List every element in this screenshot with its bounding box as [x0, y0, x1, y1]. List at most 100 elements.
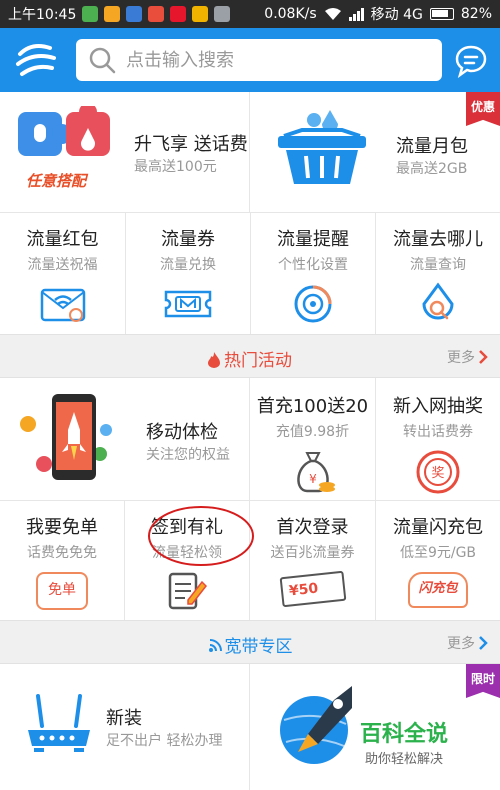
service-data-red-packet[interactable]: 流量红包 流量送祝福	[0, 213, 125, 335]
checkin-note-icon	[168, 572, 207, 610]
hot-more-link[interactable]: 更多	[447, 347, 488, 367]
china-mobile-logo-icon[interactable]	[14, 38, 58, 82]
activity-title: 首充100送20	[256, 396, 369, 417]
app-header	[0, 28, 500, 92]
service-data-coupon[interactable]: 流量券 流量兑换	[126, 213, 250, 335]
basket-icon	[278, 110, 366, 184]
rocket-globe-icon	[280, 686, 352, 764]
app-notification-icon	[192, 6, 209, 22]
service-subtitle: 流量查询	[410, 257, 466, 273]
limited-badge: 限时	[466, 664, 500, 698]
wifi-icon	[324, 8, 341, 20]
envelope-wifi-icon	[40, 288, 85, 322]
broadband-limited-offer[interactable]: 限时 百科全说 助你轻松解决	[250, 664, 500, 790]
app-notification-icon	[214, 6, 231, 22]
carrier-label: 移动 4G	[370, 7, 423, 23]
activity-flash-data-pack[interactable]: 流量闪充包 低至9元/GB 闪充包	[376, 501, 500, 620]
flame-icon	[208, 352, 220, 368]
activity-subtitle: 话费免免免	[27, 545, 97, 561]
activity-new-user-lottery[interactable]: 新入网抽奖 转出话费券 奖	[376, 378, 500, 500]
service-subtitle: 流量兑换	[160, 257, 216, 273]
app-notification-icon	[148, 6, 165, 22]
promo-card-monthly-data[interactable]: 流量月包 最高送2GB 优惠	[250, 92, 500, 212]
promo-title: 升飞享 送话费	[134, 134, 248, 155]
watermark-title: 百科全说	[360, 722, 449, 747]
search-icon	[89, 47, 116, 74]
service-title: 流量提醒	[277, 229, 349, 250]
lottery-wheel-icon: 奖	[416, 450, 460, 494]
activity-subtitle: 转出话费券	[403, 424, 473, 440]
money-bag-icon: ¥	[296, 452, 335, 493]
more-label: 更多	[447, 636, 475, 652]
status-bar: 上午10:45 0.08K/s 移动 4G 82%	[0, 0, 500, 28]
battery-percent: 82%	[460, 6, 492, 22]
service-subtitle: 流量送祝福	[27, 257, 98, 273]
hot-activities-section: 移动体检 关注您的权益 首充100送20 充值9.98折 ¥ 新入网抽奖 转出话…	[0, 378, 500, 620]
service-data-reminder[interactable]: 流量提醒 个性化设置	[251, 213, 375, 335]
activity-mobile-checkup[interactable]: 移动体检 关注您的权益	[0, 378, 249, 500]
activity-title: 我要免单	[26, 517, 98, 538]
activity-subtitle: 送百兆流量券	[270, 545, 355, 561]
broadband-signal-icon	[208, 639, 222, 652]
hot-activities-divider: 热门活动 更多	[0, 334, 500, 378]
coupon-icon	[164, 290, 212, 318]
more-label: 更多	[447, 350, 475, 366]
watermark-subtitle: 助你轻松解决	[365, 752, 444, 767]
chevron-right-icon	[479, 636, 488, 650]
weibo-icon	[170, 6, 187, 22]
promo-subtitle: 最高送2GB	[396, 161, 468, 177]
free-order-icon: 免单	[36, 572, 88, 610]
coupon-50-icon: ¥50	[279, 570, 346, 608]
broadband-section-title: 宽带专区	[224, 637, 293, 657]
network-speed: 0.08K/s	[264, 6, 317, 22]
promo-subtitle: 最高送100元	[134, 159, 217, 175]
service-title: 流量红包	[26, 229, 99, 250]
hot-section-title: 热门活动	[224, 351, 292, 371]
activity-title: 流量闪充包	[393, 517, 483, 538]
service-title: 流量去哪儿	[393, 229, 483, 250]
activity-title: 新入网抽奖	[393, 396, 483, 417]
drop-search-icon	[422, 282, 454, 320]
service-data-usage[interactable]: 流量去哪儿 流量查询	[376, 213, 500, 335]
activity-free-order[interactable]: 我要免单 话费免免免 免单	[0, 501, 124, 620]
activity-subtitle: 充值9.98折	[275, 424, 350, 440]
activity-first-recharge[interactable]: 首充100送20 充值9.98折 ¥	[250, 378, 375, 500]
message-icon[interactable]	[454, 44, 488, 78]
search-bar[interactable]	[76, 39, 442, 81]
broadband-divider: 宽带专区 更多	[0, 620, 500, 664]
activity-subtitle: 低至9元/GB	[399, 545, 477, 561]
gauge-icon	[294, 285, 332, 323]
quick-services-section: 流量红包 流量送祝福 流量券 流量兑换 流量提醒 个性化设置 流量去哪儿 流量查…	[0, 212, 500, 335]
broadband-subtitle: 足不出户 轻松办理	[106, 733, 223, 749]
coupon-50-icon-text: ¥50	[287, 580, 319, 600]
activity-title: 移动体检	[146, 422, 218, 443]
svg-text:¥: ¥	[309, 472, 317, 486]
activity-first-login[interactable]: 首次登录 送百兆流量券 ¥50	[250, 501, 375, 620]
phone-rocket-icon	[20, 394, 112, 480]
discount-badge: 优惠	[466, 92, 500, 126]
broadband-title: 新装	[106, 708, 142, 729]
app-notification-icon	[82, 6, 99, 22]
activity-subtitle: 关注您的权益	[146, 447, 230, 463]
status-time: 上午10:45	[8, 7, 77, 23]
broadband-new-install[interactable]: 新装 足不出户 轻松办理	[0, 664, 249, 790]
promo-title: 流量月包	[396, 136, 468, 157]
signal-icon	[348, 7, 364, 21]
service-subtitle: 个性化设置	[278, 257, 348, 273]
search-input[interactable]	[126, 49, 426, 71]
flash-pack-icon-text: 闪充包	[418, 581, 458, 596]
broadband-more-link[interactable]: 更多	[447, 633, 488, 653]
promo-card-upgrade[interactable]: 任意搭配 升飞享 送话费 最高送100元	[0, 92, 249, 212]
promo-section: 任意搭配 升飞享 送话费 最高送100元 流量月包 最高送2GB 优惠	[0, 92, 500, 212]
red-circle-annotation	[148, 506, 254, 566]
broadband-section: 新装 足不出户 轻松办理 限时 百科全说 助你轻松解决	[0, 664, 500, 790]
app-notification-icon	[126, 6, 143, 22]
app-notification-icon	[104, 6, 121, 22]
battery-icon	[429, 8, 454, 20]
promo-image-caption: 任意搭配	[26, 172, 87, 190]
svg-text:奖: 奖	[431, 466, 444, 481]
chevron-right-icon	[479, 350, 488, 364]
watermark: 百科全说 助你轻松解决	[360, 716, 448, 767]
free-order-icon-text: 免单	[48, 582, 76, 598]
activity-title: 首次登录	[276, 517, 349, 538]
